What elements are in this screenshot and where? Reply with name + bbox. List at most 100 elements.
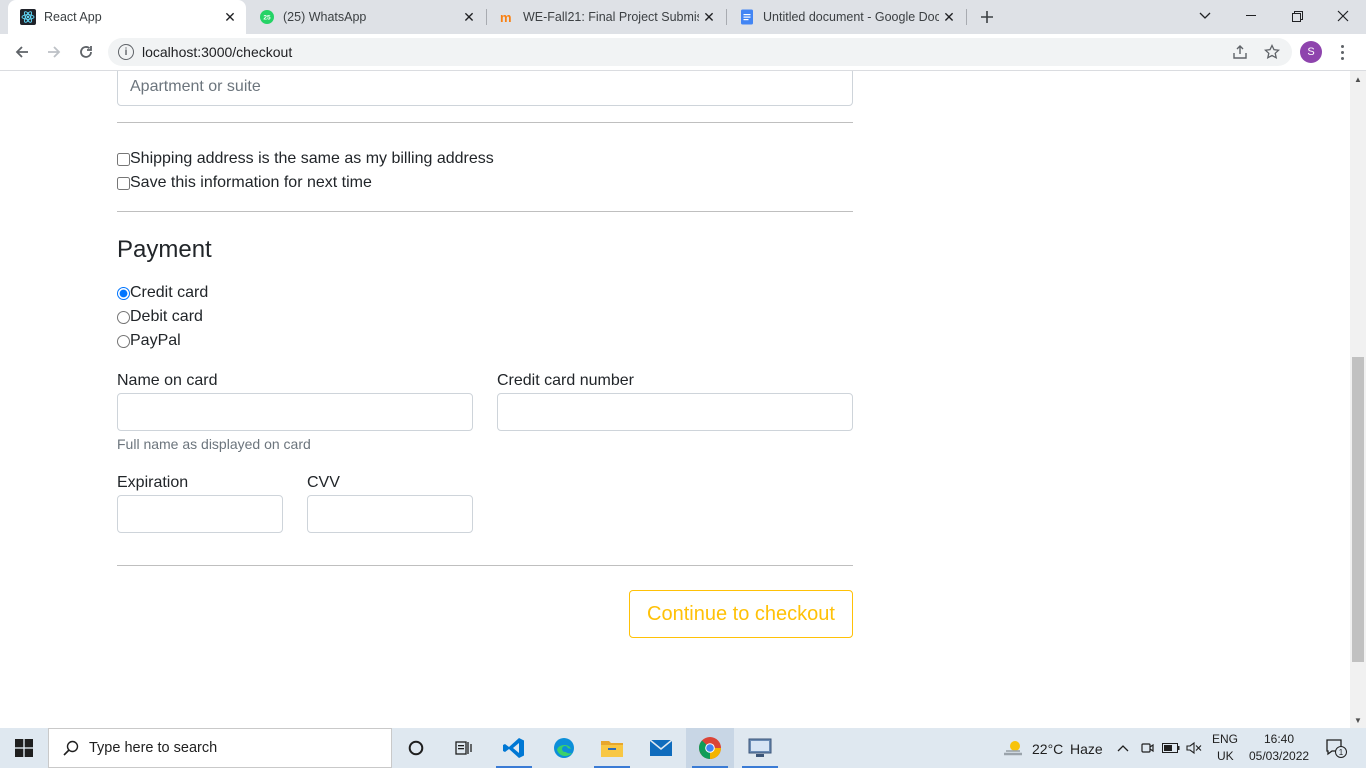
tab-react-app[interactable]: React App ✕ [8,0,246,34]
address-bar[interactable]: i localhost:3000/checkout [108,38,1292,66]
react-icon [20,9,36,25]
meet-now-icon[interactable] [1136,728,1158,768]
new-tab-button[interactable] [975,5,999,29]
save-info-checkbox[interactable] [117,176,130,190]
taskbar-vscode[interactable] [490,728,538,768]
clock-date[interactable]: 05/03/2022 [1249,749,1309,763]
close-tab-icon[interactable]: ✕ [459,7,479,27]
chevron-down-icon [1199,12,1211,19]
save-info-label: Save this information for next time [130,174,372,191]
language-indicator[interactable]: ENG [1212,732,1238,746]
name-on-card-help: Full name as displayed on card [117,436,311,452]
browser-menu-icon[interactable] [1334,41,1350,63]
moodle-icon: m [499,9,515,25]
task-view-button[interactable] [440,728,488,768]
reload-button[interactable] [72,38,100,66]
divider [117,565,853,566]
close-window-button[interactable] [1320,0,1366,32]
reload-icon [80,46,92,58]
edge-icon [554,738,574,758]
page-scrollbar[interactable]: ▲ ▼ [1350,71,1366,728]
tab-we-fall21[interactable]: m WE-Fall21: Final Project Submissi ✕ [487,0,725,34]
notification-icon: 1 [1326,739,1347,758]
page-viewport: Shipping address is the same as my billi… [0,71,1350,728]
divider [117,122,853,123]
taskbar-chrome[interactable] [686,728,734,768]
site-info-icon[interactable]: i [118,44,134,60]
name-on-card-input[interactable] [117,393,473,431]
name-on-card-label: Name on card [117,372,218,389]
payment-option-label: PayPal [130,332,181,349]
expiration-label: Expiration [117,474,189,491]
arrow-left-icon [15,46,28,58]
close-tab-icon[interactable]: ✕ [220,7,240,27]
forward-button[interactable] [40,38,68,66]
expiration-input[interactable] [117,495,283,533]
card-number-label: Credit card number [497,372,634,389]
whatsapp-icon: 25 [259,9,275,25]
start-button[interactable] [0,728,48,768]
same-address-label: Shipping address is the same as my billi… [130,150,494,167]
minimize-button[interactable] [1228,0,1274,32]
tab-title: Untitled document - Google Doc [763,10,939,24]
cvv-input[interactable] [307,495,473,533]
bookmark-star-icon[interactable] [1262,42,1282,62]
share-icon[interactable] [1230,42,1250,62]
payment-option-debit[interactable]: Debit card [117,308,203,326]
restore-icon [1291,10,1303,22]
close-tab-icon[interactable]: ✕ [939,7,959,27]
plus-icon [981,11,993,23]
save-info-checkbox-row[interactable]: Save this information for next time [117,174,372,192]
windows-taskbar: Type here to search 22°C Haze ENG UK 16:… [0,728,1366,768]
notification-badge: 1 [1339,748,1344,757]
continue-to-checkout-button[interactable]: Continue to checkout [629,590,853,638]
vscode-icon [503,738,524,758]
profile-avatar[interactable]: S [1300,41,1322,63]
payment-option-paypal[interactable]: PayPal [117,332,181,350]
windows-logo-icon [15,739,33,757]
whatsapp-badge: 25 [263,15,271,22]
weather-icon[interactable] [998,728,1028,768]
payment-option-label: Debit card [130,308,203,325]
notification-center-button[interactable]: 1 [1316,728,1356,768]
volume-muted-icon[interactable] [1183,728,1205,768]
battery-icon[interactable] [1160,728,1182,768]
show-hidden-icons-chevron-up-icon[interactable] [1112,728,1134,768]
cortana-icon [408,740,424,756]
close-tab-icon[interactable]: ✕ [699,7,719,27]
debit-card-radio[interactable] [117,310,130,324]
same-address-checkbox-row[interactable]: Shipping address is the same as my billi… [117,150,494,168]
same-address-checkbox[interactable] [117,152,130,166]
credit-card-radio[interactable] [117,286,130,300]
google-docs-icon [739,9,755,25]
tab-google-docs[interactable]: Untitled document - Google Doc ✕ [727,0,965,34]
browser-tab-strip: React App ✕ 25 (25) WhatsApp ✕ m WE-Fall… [0,0,1366,34]
weather-temperature: 22°C [1032,741,1064,757]
tab-whatsapp[interactable]: 25 (25) WhatsApp ✕ [247,0,485,34]
search-placeholder: Type here to search [89,740,218,756]
taskbar-remote-app[interactable] [736,728,784,768]
back-button[interactable] [8,38,36,66]
clock-time[interactable]: 16:40 [1264,732,1294,746]
cortana-button[interactable] [392,728,440,768]
paypal-radio[interactable] [117,334,130,348]
payment-option-credit[interactable]: Credit card [117,284,208,302]
taskbar-edge[interactable] [540,728,588,768]
weather-condition: Haze [1070,741,1103,757]
url-text: localhost:3000/checkout [142,44,293,60]
taskbar-mail[interactable] [637,728,685,768]
scroll-down-arrow-icon[interactable]: ▼ [1350,712,1366,728]
card-number-input[interactable] [497,393,853,431]
restore-button[interactable] [1274,0,1320,32]
remote-desktop-icon [748,738,772,757]
cvv-label: CVV [307,474,340,491]
scrollbar-thumb[interactable] [1352,357,1364,662]
svg-text:m: m [500,10,512,25]
region-indicator[interactable]: UK [1217,749,1234,763]
close-icon [1337,10,1349,22]
taskbar-file-explorer[interactable] [588,728,636,768]
apartment-input[interactable] [117,71,853,106]
taskbar-search-box[interactable]: Type here to search [48,728,392,768]
scroll-up-arrow-icon[interactable]: ▲ [1350,71,1366,87]
tab-search-button[interactable] [1182,0,1228,32]
